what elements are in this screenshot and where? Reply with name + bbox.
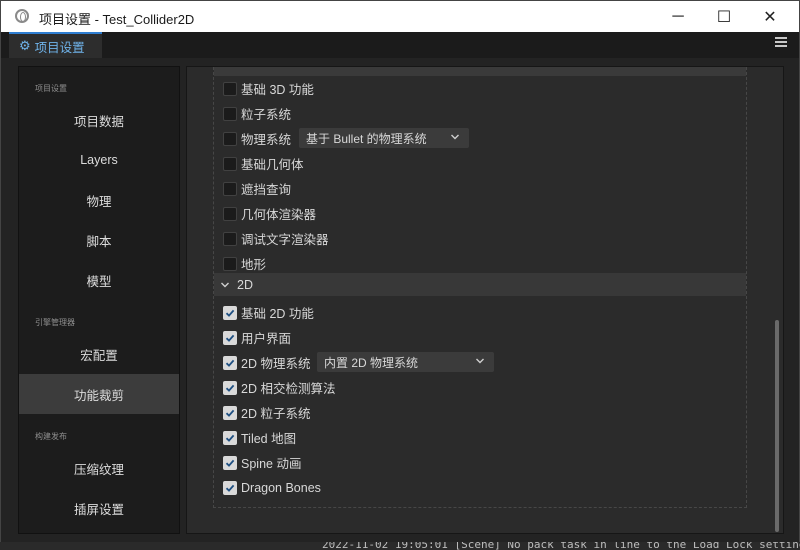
feature-label: Spine 动画 <box>241 457 302 471</box>
app-logo-icon <box>15 9 29 23</box>
content-area: 项目设置项目数据 Layers 物理 脚本 模型引擎管理器宏配置 功能裁剪构建发布压缩纹理… <box>1 58 799 542</box>
sidebar-group-label: 引擎管理器 <box>35 318 75 327</box>
feature-row: 几何体渲染器 <box>214 201 746 226</box>
feature-label: 物理系统 <box>241 133 292 147</box>
feature-checkbox[interactable] <box>223 231 237 246</box>
chevron-down-icon <box>451 134 459 140</box>
feature-checkbox[interactable] <box>223 430 237 445</box>
sidebar-item[interactable]: 项目数据 <box>19 100 179 140</box>
minimize-button[interactable]: ─ <box>655 1 701 32</box>
sidebar-item[interactable]: 物理 <box>19 180 179 220</box>
feature-row: Tiled 地图 <box>214 425 746 450</box>
sidebar-item[interactable]: 脚本 <box>19 220 179 260</box>
feature-dropdown[interactable]: 基于 Bullet 的物理系统 <box>299 128 469 148</box>
feature-checkbox[interactable] <box>223 131 237 146</box>
section-2d-title: 2D <box>237 277 253 292</box>
feature-row: 粒子系统 <box>214 101 746 126</box>
feature-label: 调试文字渲染器 <box>241 233 329 247</box>
checkmark-icon <box>225 384 235 392</box>
feature-label: 基础几何体 <box>241 158 304 172</box>
feature-label: 粒子系统 <box>241 108 292 122</box>
checkmark-icon <box>225 359 235 367</box>
feature-label: 2D 物理系统 <box>241 357 311 371</box>
feature-label: 地形 <box>241 258 267 272</box>
feature-checkbox[interactable] <box>223 181 237 196</box>
checkmark-icon <box>225 459 235 467</box>
feature-row: 遮挡查询 <box>214 176 746 201</box>
feature-label: 遮挡查询 <box>241 183 292 197</box>
feature-row: 调试文字渲染器 <box>214 226 746 251</box>
gear-icon: ⚙ <box>19 38 31 53</box>
background-console: 2022-11-02 19:05:01 [Scene] No pack task… <box>0 542 800 550</box>
feature-label: 用户界面 <box>241 332 292 346</box>
menu-icon[interactable] <box>775 37 787 49</box>
feature-row: Dragon Bones <box>214 475 746 500</box>
sidebar-item[interactable]: 压缩纹理 <box>19 448 179 488</box>
feature-checkbox[interactable] <box>223 455 237 470</box>
feature-row: 2D 物理系统 内置 2D 物理系统 <box>214 350 746 375</box>
close-button[interactable]: ✕ <box>747 1 793 32</box>
checkmark-icon <box>225 334 235 342</box>
chevron-down-icon <box>476 358 484 364</box>
feature-label: 2D 粒子系统 <box>241 407 311 421</box>
feature-checkbox[interactable] <box>223 355 237 370</box>
feature-checkbox[interactable] <box>223 405 237 420</box>
sidebar-group-label: 构建发布 <box>35 432 67 441</box>
sidebar-item[interactable]: 模型 <box>19 260 179 300</box>
window-title: 项目设置 - Test_Collider2D <box>39 12 195 27</box>
feature-checkbox[interactable] <box>223 305 237 320</box>
feature-label: Dragon Bones <box>241 480 321 495</box>
feature-checkbox[interactable] <box>223 106 237 121</box>
sidebar-group-label: 项目设置 <box>35 84 67 93</box>
feature-row: 基础 3D 功能 <box>214 76 746 101</box>
sidebar-item[interactable]: 插屏设置 <box>19 488 179 528</box>
feature-row: 基础 2D 功能 <box>214 300 746 325</box>
feature-row: Spine 动画 <box>214 450 746 475</box>
checkmark-icon <box>225 409 235 417</box>
feature-cropping-panel: 基础 3D 功能 粒子系统 物理系统 基于 Bullet 的物理系统 基础几何体 遮挡查询… <box>186 66 784 534</box>
maximize-button[interactable]: ☐ <box>701 1 747 32</box>
feature-checkbox[interactable] <box>223 380 237 395</box>
feature-row: 2D 相交检测算法 <box>214 375 746 400</box>
sidebar-item[interactable]: 功能裁剪 <box>19 374 179 414</box>
feature-section: 基础 3D 功能 粒子系统 物理系统 基于 Bullet 的物理系统 基础几何体 遮挡查询… <box>213 67 747 508</box>
checkmark-icon <box>225 309 235 317</box>
feature-checkbox[interactable] <box>223 256 237 271</box>
checkmark-icon <box>225 434 235 442</box>
feature-checkbox[interactable] <box>223 81 237 96</box>
tab-label: 项目设置 <box>34 40 85 55</box>
project-settings-window: 项目设置 - Test_Collider2D ─ ☐ ✕ ⚙ 项目设置 项目设置… <box>0 0 800 542</box>
feature-checkbox[interactable] <box>223 156 237 171</box>
feature-label: 基础 3D 功能 <box>241 83 314 97</box>
tab-project-settings[interactable]: ⚙ 项目设置 <box>9 32 102 58</box>
checkmark-icon <box>225 484 235 492</box>
feature-checkbox[interactable] <box>223 330 237 345</box>
feature-label: 几何体渲染器 <box>241 208 317 222</box>
feature-checkbox[interactable] <box>223 480 237 495</box>
settings-sidebar: 项目设置项目数据 Layers 物理 脚本 模型引擎管理器宏配置 功能裁剪构建发布压缩纹理… <box>18 66 180 534</box>
dropdown-value: 基于 Bullet 的物理系统 <box>306 131 427 146</box>
feature-label: 基础 2D 功能 <box>241 307 314 321</box>
feature-label: 2D 相交检测算法 <box>241 382 336 396</box>
tab-bar: ⚙ 项目设置 <box>1 32 799 58</box>
feature-row: 2D 粒子系统 <box>214 400 746 425</box>
section-header-2d[interactable]: 2D <box>214 273 746 296</box>
feature-row: 用户界面 <box>214 325 746 350</box>
chevron-down-icon <box>221 282 229 287</box>
feature-row: 基础几何体 <box>214 151 746 176</box>
console-log-line: 2022-11-02 19:05:01 [Scene] No pack task… <box>322 542 800 550</box>
feature-label: Tiled 地图 <box>241 432 297 446</box>
feature-dropdown[interactable]: 内置 2D 物理系统 <box>317 352 494 372</box>
sidebar-item[interactable]: 宏配置 <box>19 334 179 374</box>
feature-row: 物理系统 基于 Bullet 的物理系统 <box>214 126 746 151</box>
feature-checkbox[interactable] <box>223 206 237 221</box>
title-bar: 项目设置 - Test_Collider2D ─ ☐ ✕ <box>1 1 799 32</box>
vertical-scrollbar[interactable] <box>775 320 779 532</box>
section-header-3d-partial <box>214 67 746 76</box>
sidebar-item[interactable]: Layers <box>19 140 179 180</box>
dropdown-value: 内置 2D 物理系统 <box>324 355 419 370</box>
